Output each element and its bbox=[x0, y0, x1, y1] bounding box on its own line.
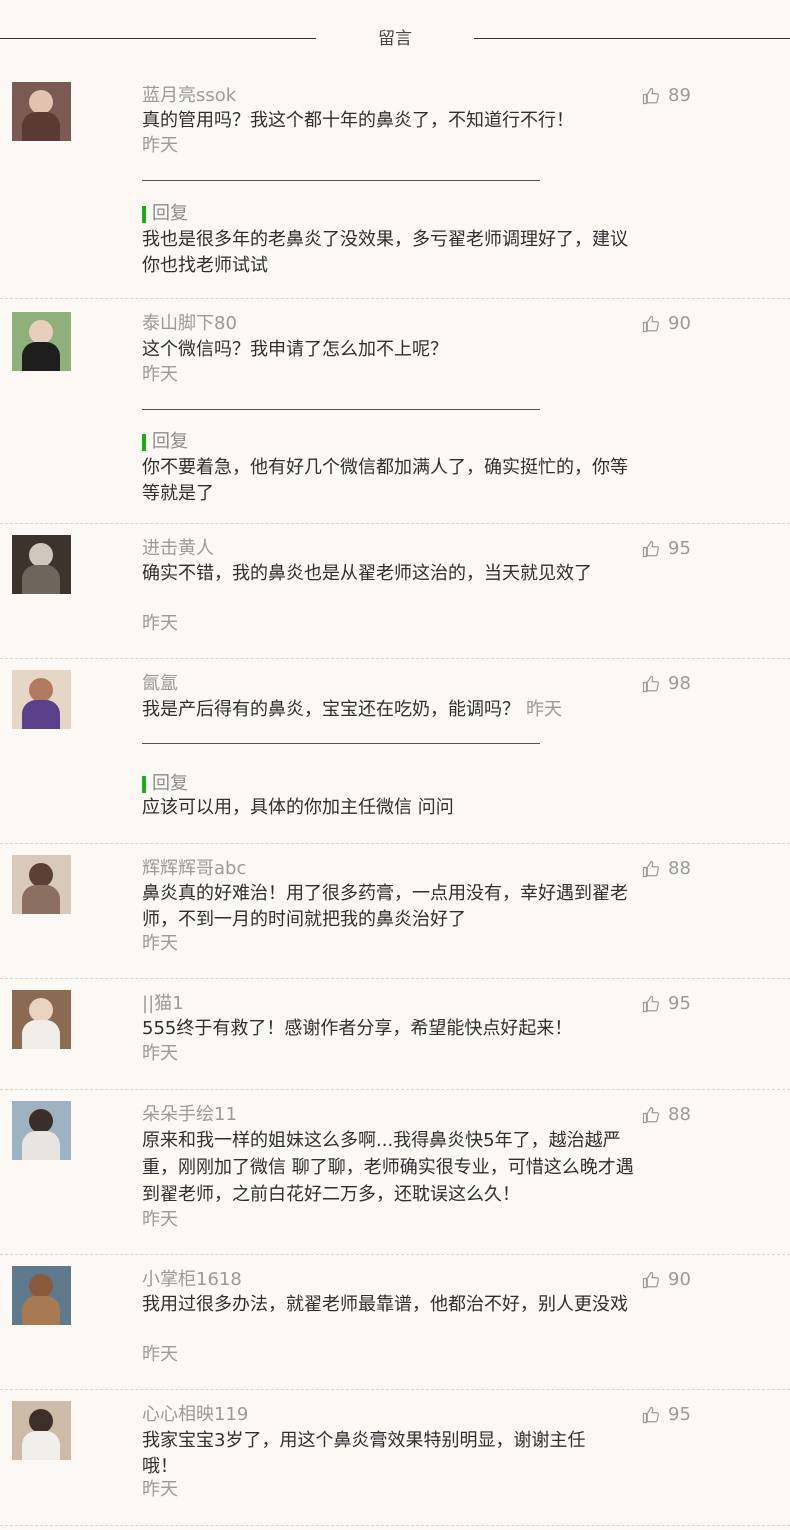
comment-nickname[interactable]: 朵朵手绘11 bbox=[142, 1102, 237, 1128]
header-right-rule bbox=[474, 38, 790, 39]
like-count: 95 bbox=[668, 1404, 691, 1425]
like-button[interactable]: 90 bbox=[642, 1267, 691, 1293]
like-button[interactable]: 95 bbox=[642, 536, 691, 562]
comments-title: 留言 bbox=[378, 29, 412, 49]
comment-nickname[interactable]: 小掌柜1618 bbox=[142, 1267, 242, 1293]
like-count: 88 bbox=[668, 1104, 691, 1125]
thumbs-up-icon bbox=[642, 1406, 659, 1424]
like-button[interactable]: 95 bbox=[642, 991, 691, 1017]
comment-divider bbox=[0, 1254, 790, 1255]
reply-separator bbox=[142, 180, 540, 181]
thumbs-up-icon bbox=[642, 675, 659, 693]
comment-divider bbox=[0, 978, 790, 979]
like-count: 90 bbox=[668, 313, 691, 334]
avatar[interactable] bbox=[12, 855, 71, 914]
comment-time: 昨天 bbox=[142, 1043, 178, 1064]
like-count: 90 bbox=[668, 1269, 691, 1290]
comment-time: 昨天 bbox=[142, 1344, 178, 1365]
comment-text-content: 我是产后得有的鼻炎，宝宝还在吃奶，能调吗？ bbox=[142, 699, 520, 720]
like-button[interactable]: 88 bbox=[642, 856, 691, 882]
comment-divider bbox=[0, 1089, 790, 1090]
like-count: 98 bbox=[668, 673, 691, 694]
avatar[interactable] bbox=[12, 1266, 71, 1325]
comments-header: 留言 bbox=[0, 0, 790, 70]
reply-label: 回复 bbox=[142, 429, 188, 455]
thumbs-up-icon bbox=[642, 860, 659, 878]
like-button[interactable]: 88 bbox=[642, 1102, 691, 1128]
comment-text: 真的管用吗？我这个都十年的鼻炎了，不知道行不行！ bbox=[142, 110, 574, 131]
avatar[interactable] bbox=[12, 1401, 71, 1460]
reply-label: 回复 bbox=[142, 771, 188, 797]
thumbs-up-icon bbox=[642, 1106, 659, 1124]
avatar[interactable] bbox=[12, 1101, 71, 1160]
like-count: 95 bbox=[668, 993, 691, 1014]
reply-text: 你不要着急，他有好几个微信都加满人了，确实挺忙的，你等等就是了 bbox=[142, 457, 628, 504]
thumbs-up-icon bbox=[642, 87, 659, 105]
reply-separator bbox=[142, 409, 540, 410]
comment-time: 昨天 bbox=[142, 933, 178, 954]
comment-divider bbox=[0, 298, 790, 299]
thumbs-up-icon bbox=[642, 315, 659, 333]
reply-text: 应该可以用，具体的你加主任微信 问问 bbox=[142, 797, 454, 818]
comment-nickname[interactable]: 蓝月亮ssok bbox=[142, 83, 236, 109]
reply-marker bbox=[142, 206, 146, 223]
comment-divider bbox=[0, 523, 790, 524]
avatar[interactable] bbox=[12, 535, 71, 594]
comment-divider bbox=[0, 1389, 790, 1390]
like-count: 89 bbox=[668, 85, 691, 106]
comment-divider bbox=[0, 1525, 790, 1526]
comment-divider bbox=[0, 658, 790, 659]
comment-time: 昨天 bbox=[142, 1479, 178, 1500]
comment-text: 原来和我一样的姐妹这么多啊...我得鼻炎快5年了，越治越严重，刚刚加了微信 聊了… bbox=[142, 1130, 634, 1205]
comment-nickname[interactable]: 心心相映119 bbox=[142, 1402, 248, 1428]
comment-time: 昨天 bbox=[142, 364, 178, 385]
comment-nickname[interactable]: ||猫1 bbox=[142, 991, 184, 1017]
reply-separator bbox=[142, 743, 540, 744]
comment-divider bbox=[0, 843, 790, 844]
comment-text: 我用过很多办法，就翟老师最靠谱，他都治不好，别人更没戏 bbox=[142, 1294, 628, 1315]
comment-text: 鼻炎真的好难治！用了很多药膏，一点用没有，幸好遇到翟老师，不到一月的时间就把我的… bbox=[142, 883, 628, 930]
comment-nickname[interactable]: 氤氲 bbox=[142, 671, 178, 697]
like-button[interactable]: 90 bbox=[642, 311, 691, 337]
like-button[interactable]: 89 bbox=[642, 83, 691, 109]
comment-text: 这个微信吗？我申请了怎么加不上呢？ bbox=[142, 339, 448, 360]
comment-text: 我是产后得有的鼻炎，宝宝还在吃奶，能调吗？ 昨天 bbox=[142, 697, 637, 723]
comment-nickname[interactable]: 辉辉辉哥abc bbox=[142, 856, 246, 882]
like-count: 88 bbox=[668, 858, 691, 879]
thumbs-up-icon bbox=[642, 1271, 659, 1289]
header-left-rule bbox=[0, 38, 316, 39]
avatar[interactable] bbox=[12, 312, 71, 371]
reply-marker bbox=[142, 776, 146, 793]
comment-time: 昨天 bbox=[142, 135, 178, 156]
comment-time: 昨天 bbox=[142, 1209, 178, 1230]
comment-text: 确实不错，我的鼻炎也是从翟老师这治的，当天就见效了 bbox=[142, 563, 592, 584]
reply-label: 回复 bbox=[142, 201, 188, 227]
reply-text: 我也是很多年的老鼻炎了没效果，多亏翟老师调理好了，建议你也找老师试试 bbox=[142, 229, 628, 276]
reply-marker bbox=[142, 434, 146, 451]
like-count: 95 bbox=[668, 538, 691, 559]
comment-time: 昨天 bbox=[526, 699, 562, 720]
comment-time: 昨天 bbox=[142, 613, 178, 634]
comment-nickname[interactable]: 泰山脚下80 bbox=[142, 311, 237, 337]
comment-text: 555终于有救了！感谢作者分享，希望能快点好起来！ bbox=[142, 1018, 573, 1039]
like-button[interactable]: 98 bbox=[642, 671, 691, 697]
like-button[interactable]: 95 bbox=[642, 1402, 691, 1428]
thumbs-up-icon bbox=[642, 540, 659, 558]
thumbs-up-icon bbox=[642, 995, 659, 1013]
avatar[interactable] bbox=[12, 670, 71, 729]
comment-text: 我家宝宝3岁了，用这个鼻炎膏效果特别明显，谢谢主任哦！ bbox=[142, 1430, 586, 1477]
avatar[interactable] bbox=[12, 82, 71, 141]
avatar[interactable] bbox=[12, 990, 71, 1049]
comment-nickname[interactable]: 进击黄人 bbox=[142, 536, 214, 562]
